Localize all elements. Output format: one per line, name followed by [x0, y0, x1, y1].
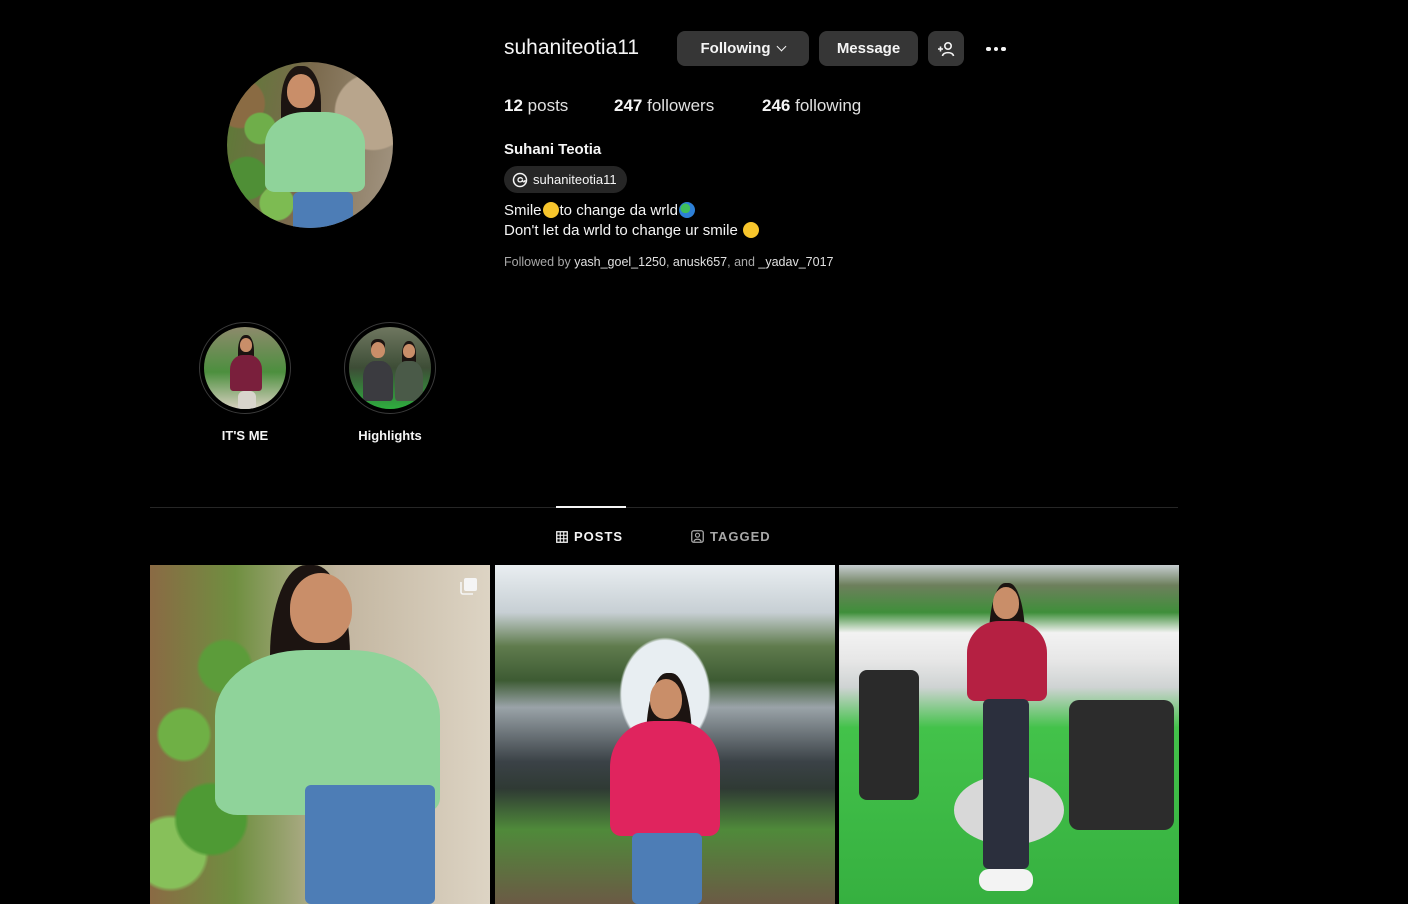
followers-count-value: 247 — [614, 96, 643, 115]
post-person — [215, 565, 445, 904]
smile-emoji-icon — [542, 202, 559, 218]
dot-icon — [993, 46, 999, 52]
posts-count: 12 posts — [504, 96, 568, 116]
bio-text: to change da wrld — [559, 202, 678, 219]
bio-line-2: Don't let da wrld to change ur smile — [504, 221, 760, 241]
followed-by-joiner: and — [734, 255, 755, 269]
suggested-users-button[interactable] — [928, 31, 964, 66]
following-link[interactable]: 246 following — [762, 96, 861, 116]
followed-by-user[interactable]: anusk657 — [673, 255, 727, 269]
post-tile[interactable] — [839, 565, 1179, 904]
highlight-highlights[interactable]: Highlights — [344, 322, 436, 443]
chevron-down-icon — [777, 41, 787, 52]
highlight-its-me[interactable]: IT'S ME — [199, 322, 291, 443]
followed-by-user[interactable]: yash_goel_1250 — [574, 255, 666, 269]
post-tile[interactable] — [150, 565, 490, 904]
bio-line-1: Smile to change da wrld — [504, 201, 760, 221]
posts-count-label: posts — [527, 96, 569, 115]
highlight-cover — [204, 327, 286, 409]
bio-text: Don't let da wrld to change ur smile — [504, 222, 738, 239]
post-person — [967, 583, 1047, 904]
profile-bio: Smile to change da wrld Don't let da wrld… — [504, 201, 760, 241]
profile-avatar[interactable] — [227, 62, 393, 228]
grid-icon — [556, 530, 568, 543]
smile-emoji-icon — [742, 222, 759, 238]
followers-link[interactable]: 247 followers — [614, 96, 714, 116]
followed-by-prefix: Followed by — [504, 255, 571, 269]
threads-handle: suhaniteotia11 — [533, 172, 617, 187]
threads-icon — [512, 172, 528, 187]
following-button[interactable]: Following — [677, 31, 809, 66]
profile-username: suhaniteotia11 — [504, 36, 640, 59]
tab-tagged-label: TAGGED — [710, 529, 771, 544]
threads-link[interactable]: suhaniteotia11 — [504, 166, 627, 193]
post-person — [610, 673, 720, 904]
post-tile[interactable] — [495, 565, 835, 904]
dot-icon — [986, 46, 991, 52]
active-tab-indicator — [556, 506, 626, 508]
post-person — [859, 670, 919, 800]
following-count-value: 246 — [762, 96, 791, 115]
highlight-label: IT'S ME — [221, 428, 269, 443]
post-person — [1069, 700, 1174, 830]
more-options-button[interactable] — [982, 38, 1010, 60]
highlight-cover — [349, 327, 431, 409]
highlight-label: Highlights — [358, 428, 422, 443]
followed-by: Followed by yash_goel_1250, anusk657, an… — [504, 255, 834, 269]
tagged-person-icon — [691, 530, 704, 543]
following-count-label: following — [795, 96, 862, 115]
message-button[interactable]: Message — [819, 31, 918, 66]
tab-posts-label: POSTS — [574, 529, 624, 544]
add-person-icon — [938, 41, 955, 56]
avatar-person — [265, 66, 365, 228]
tabs-divider — [150, 507, 1178, 508]
followed-by-user[interactable]: _yadav_7017 — [758, 255, 833, 269]
profile-full-name: Suhani Teotia — [504, 141, 602, 158]
globe-emoji-icon — [678, 202, 695, 218]
tab-tagged[interactable]: TAGGED — [691, 529, 771, 544]
highlight-ring — [199, 322, 291, 414]
highlight-ring — [344, 322, 436, 414]
following-button-label: Following — [700, 40, 771, 57]
posts-count-value: 12 — [504, 96, 523, 115]
tab-posts[interactable]: POSTS — [556, 529, 623, 544]
carousel-icon — [460, 578, 477, 595]
dot-icon — [1001, 46, 1006, 52]
followers-count-label: followers — [647, 96, 715, 115]
bio-text: Smile — [504, 202, 542, 219]
message-button-label: Message — [836, 40, 901, 57]
